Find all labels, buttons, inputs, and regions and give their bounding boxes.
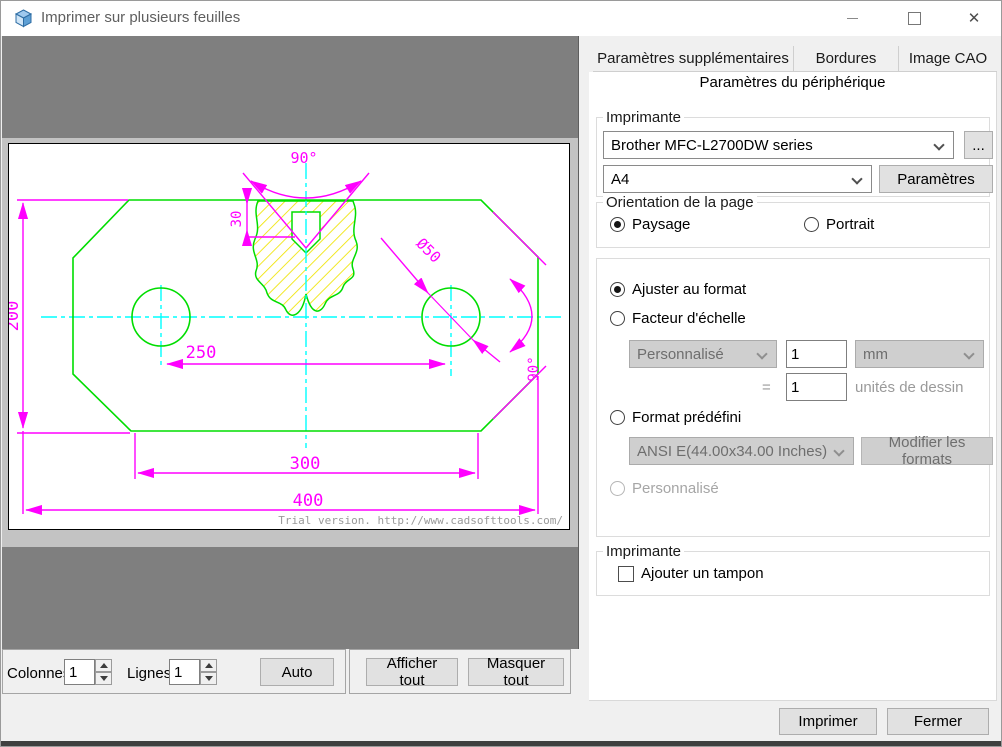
window-bottom-edge <box>1 741 1002 747</box>
settings-panel: Paramètres supplémentaires Bordures Imag… <box>579 36 1002 741</box>
scale-value-input[interactable] <box>786 340 847 368</box>
columns-input[interactable] <box>64 659 95 685</box>
scale-preset-select: Personnalisé <box>629 340 777 368</box>
orientation-group-label: Orientation de la page <box>603 194 757 211</box>
tab-image-cao[interactable]: Image CAO <box>899 46 997 71</box>
spin-up-icon <box>205 663 213 668</box>
hatched-notch <box>253 201 357 315</box>
radio-facteur-echelle[interactable]: Facteur d'échelle <box>610 310 746 327</box>
stamp-checkbox-label: Ajouter un tampon <box>641 565 764 582</box>
radio-ajuster-au-format[interactable]: Ajuster au format <box>610 281 746 298</box>
drawing-units-input[interactable] <box>786 373 847 401</box>
close-icon: ✕ <box>968 11 981 26</box>
auto-button[interactable]: Auto <box>260 658 334 686</box>
scale-unit-value: mm <box>863 346 888 363</box>
page-title: Paramètres du périphérique <box>589 74 996 91</box>
spin-up-icon <box>100 663 108 668</box>
close-button[interactable]: ✕ <box>951 1 997 35</box>
printer-select[interactable]: Brother MFC-L2700DW series <box>603 131 954 159</box>
sheet-band: 90° 30 Ø50 200 250 300 400 90° Trial ver… <box>2 138 578 547</box>
maximize-button[interactable] <box>891 1 937 35</box>
radio-unselected-icon <box>804 217 819 232</box>
spin-down-icon <box>100 676 108 681</box>
stamp-checkbox-row[interactable]: Ajouter un tampon <box>618 565 764 582</box>
stamp-group-label: Imprimante <box>603 543 684 560</box>
dim-top-angle: 90° <box>290 149 317 167</box>
printer-select-value: Brother MFC-L2700DW series <box>611 137 813 154</box>
close-dialog-button[interactable]: Fermer <box>887 708 989 735</box>
dim-right-angle: 90° <box>526 356 542 381</box>
radio-disabled-icon <box>610 481 625 496</box>
printer-settings-button[interactable]: Paramètres <box>879 165 993 193</box>
title-bar: Imprimer sur plusieurs feuilles ✕ <box>1 1 1001 36</box>
chevron-down-icon <box>963 348 974 359</box>
radio-portrait[interactable]: Portrait <box>804 216 874 233</box>
print-dialog-window: Imprimer sur plusieurs feuilles ✕ <box>0 0 1002 747</box>
visibility-toolbar: Afficher tout Masquer tout <box>349 649 571 694</box>
dim-total-width: 400 <box>293 491 324 511</box>
preview-page[interactable]: 90° 30 Ø50 200 250 300 400 90° Trial ver… <box>8 143 570 530</box>
equals-sign: = <box>762 379 771 396</box>
tab-bordures[interactable]: Bordures <box>794 46 899 71</box>
stamp-group: Imprimante Ajouter un tampon <box>596 551 990 596</box>
modify-formats-button: Modifier les formats <box>861 437 993 465</box>
scale-group: Ajuster au format Facteur d'échelle Pers… <box>596 258 990 537</box>
radio-preset-label: Format prédéfini <box>632 409 741 426</box>
radio-personnalise: Personnalisé <box>610 480 719 497</box>
radio-unselected-icon <box>610 410 625 425</box>
columns-spin-down-button[interactable] <box>95 672 112 685</box>
show-all-button[interactable]: Afficher tout <box>366 658 458 686</box>
cad-drawing: 90° 30 Ø50 200 250 300 400 90° Trial ver… <box>9 144 569 529</box>
scale-unit-select: mm <box>855 340 984 368</box>
minimize-icon <box>847 18 858 19</box>
maximize-icon <box>908 12 921 25</box>
tab-parametres-supplementaires[interactable]: Paramètres supplémentaires <box>593 46 794 71</box>
chevron-down-icon <box>851 173 862 184</box>
radio-paysage[interactable]: Paysage <box>610 216 690 233</box>
preset-format-select: ANSI E(44.00x34.00 Inches) <box>629 437 854 465</box>
columns-spin-up-button[interactable] <box>95 659 112 672</box>
radio-fit-label: Ajuster au format <box>632 281 746 298</box>
radio-scale-label: Facteur d'échelle <box>632 310 746 327</box>
dim-hole-diameter: Ø50 <box>413 235 445 267</box>
printer-group: Imprimante Brother MFC-L2700DW series ..… <box>596 117 990 197</box>
rows-spin-up-button[interactable] <box>200 659 217 672</box>
chevron-down-icon <box>756 348 767 359</box>
hide-all-button[interactable]: Masquer tout <box>468 658 564 686</box>
minimize-button[interactable] <box>829 1 875 35</box>
printer-more-button[interactable]: ... <box>964 131 993 159</box>
device-settings-card: Paramètres du périphérique Imprimante Br… <box>589 72 997 701</box>
radio-selected-icon <box>610 282 625 297</box>
radio-custom-label: Personnalisé <box>632 480 719 497</box>
radio-portrait-label: Portrait <box>826 216 874 233</box>
window-title: Imprimer sur plusieurs feuilles <box>41 9 240 26</box>
dim-hole-spacing: 250 <box>186 343 217 363</box>
drawing-units-label: unités de dessin <box>855 379 963 396</box>
preset-format-value: ANSI E(44.00x34.00 Inches) <box>637 443 827 460</box>
paper-size-value: A4 <box>611 171 629 188</box>
paper-size-select[interactable]: A4 <box>603 165 872 193</box>
scale-preset-value: Personnalisé <box>637 346 724 363</box>
chevron-down-icon <box>833 445 844 456</box>
dim-notch-depth: 30 <box>229 211 245 228</box>
checkbox-unchecked-icon <box>618 566 634 582</box>
spin-down-icon <box>205 676 213 681</box>
radio-paysage-label: Paysage <box>632 216 690 233</box>
orientation-group: Orientation de la page Paysage Portrait <box>596 202 990 248</box>
radio-unselected-icon <box>610 311 625 326</box>
tab-bar: Paramètres supplémentaires Bordures Imag… <box>593 46 997 72</box>
radio-selected-icon <box>610 217 625 232</box>
dim-plate-height: 200 <box>9 301 23 332</box>
rows-input[interactable] <box>169 659 200 685</box>
trial-watermark: Trial version. http://www.cadsofttools.c… <box>278 514 563 527</box>
print-button[interactable]: Imprimer <box>779 708 877 735</box>
printer-group-label: Imprimante <box>603 109 684 126</box>
rows-spin-down-button[interactable] <box>200 672 217 685</box>
dim-base-width: 300 <box>290 454 321 474</box>
grid-toolbar: Colonnes: Lignes: Auto <box>2 649 346 694</box>
app-cube-icon <box>14 9 33 28</box>
print-preview-area: 90° 30 Ø50 200 250 300 400 90° Trial ver… <box>2 36 579 649</box>
chevron-down-icon <box>933 139 944 150</box>
radio-format-predefini[interactable]: Format prédéfini <box>610 409 741 426</box>
